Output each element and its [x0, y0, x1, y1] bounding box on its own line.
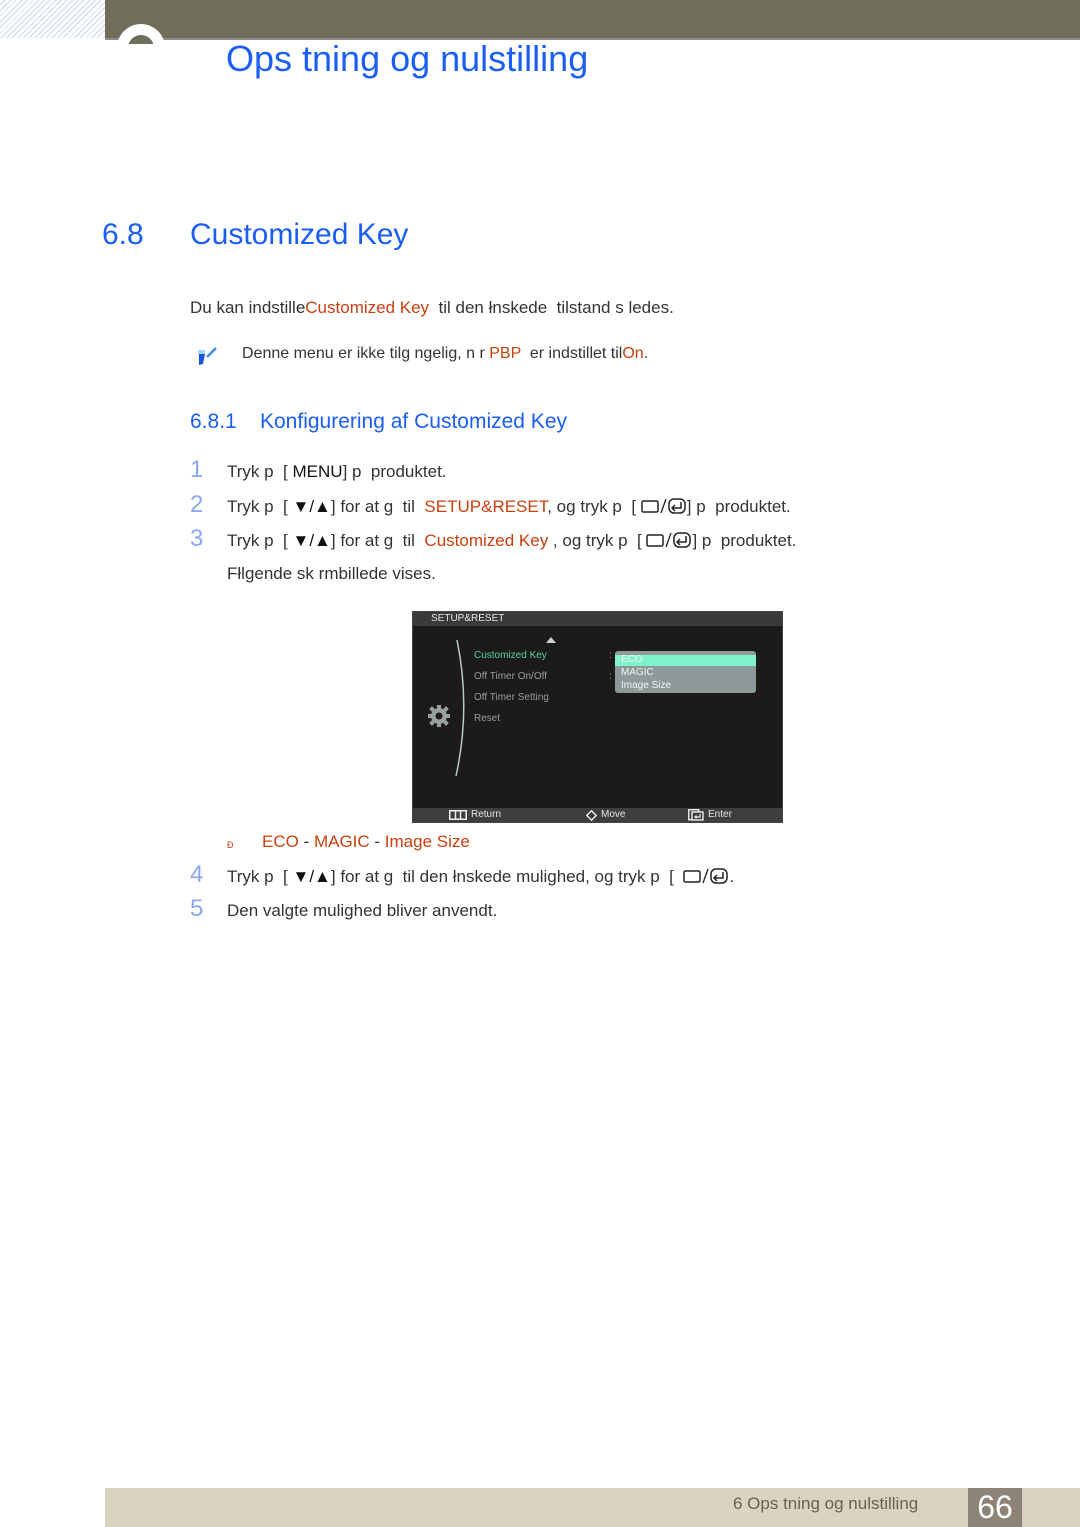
step-3-text: Tryk p [ ▼/▲] for at g til Customized Ke… [227, 531, 796, 551]
note-highlight-on: On [622, 345, 644, 362]
note-pencil-icon [198, 347, 217, 365]
osd-menu-item[interactable]: Off Timer Setting [474, 692, 549, 703]
osd-option[interactable]: MAGIC [621, 667, 654, 678]
note-text: Denne menu er ikke tilg ngelig, n r PBP … [242, 345, 648, 363]
menu-bars-icon [449, 810, 467, 820]
step-text-part: ] p produktet. [342, 462, 447, 481]
down-up-arrow-icon: ▼/▲ [292, 867, 331, 886]
header-band [105, 0, 1080, 40]
step-1-text: Tryk p [ MENU] p produktet. [227, 462, 447, 482]
osd-header: SETUP&RESET [413, 612, 782, 626]
step-text-part: ] for at g til den łnskede mulighed, og … [330, 867, 684, 886]
note-text-middle: er indstillet til [520, 345, 623, 362]
step-number: 4 [190, 861, 204, 888]
options-bullet: Ð [227, 840, 234, 850]
step-text-part: ] p produktet. [692, 531, 797, 550]
page-number: 66 [968, 1488, 1022, 1527]
enter-icon [688, 809, 704, 821]
intro-text: Du kan indstille [190, 298, 306, 317]
options-list: ECO - MAGIC - Image Size [262, 832, 470, 852]
source-enter-icon [646, 532, 692, 548]
option-separator: - [369, 832, 385, 851]
step-4-text: Tryk p [ ▼/▲] for at g til den łnskede m… [227, 867, 734, 887]
osd-enter-button[interactable]: Enter [688, 808, 732, 822]
note-text-end: . [643, 345, 649, 362]
chapter-title: Ops tning og nulstilling [226, 38, 589, 79]
osd-colon: : [609, 671, 612, 682]
step-text-part: ] p produktet. [686, 497, 791, 516]
step-number: 1 [190, 456, 204, 483]
option-separator: - [298, 832, 314, 851]
osd-footer: Return Move Enter [413, 808, 782, 822]
osd-colon: : [609, 650, 612, 661]
down-up-arrow-icon: ▼/▲ [292, 497, 331, 516]
osd-option[interactable]: Image Size [621, 680, 671, 691]
subsection-title: Konfigurering af Customized Key [260, 410, 567, 433]
option-item: Image Size [384, 832, 470, 851]
intro-paragraph: Du kan indstilleCustomized Key til den ł… [190, 298, 674, 318]
osd-enter-label: Enter [708, 809, 732, 820]
intro-highlight: Customized Key [305, 298, 430, 317]
osd-move-label: Move [601, 809, 626, 820]
step-2-text: Tryk p [ ▼/▲] for at g til SETUP&RESET, … [227, 497, 791, 517]
osd-menu-item[interactable]: Reset [474, 713, 500, 724]
osd-menu-item[interactable]: Off Timer On/Off [474, 671, 547, 682]
osd-menu-item[interactable]: Customized Key [474, 650, 547, 661]
move-diamond-icon [586, 809, 597, 821]
osd-gear-icon [428, 705, 450, 727]
osd-header-title: SETUP&RESET [431, 613, 505, 624]
step-highlight: SETUP&RESET [424, 497, 548, 516]
step-highlight: Customized Key [424, 531, 549, 550]
step-5-text: Den valgte mulighed bliver anvendt. [227, 901, 498, 920]
option-item: MAGIC [313, 832, 370, 851]
note-text-start: Denne menu er ikke tilg ngelig, n r [242, 345, 490, 362]
source-enter-icon [683, 868, 729, 884]
osd-return-label: Return [471, 809, 502, 820]
osd-option[interactable]: ECO [621, 654, 643, 665]
step-text-part: Tryk p [ [227, 867, 293, 886]
note-highlight-pbp: PBP [489, 345, 521, 362]
menu-key-label: MENU [292, 462, 343, 481]
footer-chapter-label: 6 Ops tning og nulstilling [733, 1494, 919, 1513]
step-text-part: ] for at g til [330, 497, 425, 516]
source-enter-icon [641, 498, 686, 514]
step-text-part: . [729, 867, 735, 886]
step-number: 5 [190, 895, 204, 922]
step-text-part: , og tryk p [ [548, 531, 647, 550]
footer-band [105, 1488, 1080, 1527]
osd-return-button[interactable]: Return [449, 808, 501, 822]
header-hatch-decoration [0, 0, 105, 38]
step-text-part: , og tryk p [ [547, 497, 641, 516]
step-text-part: ] for at g til [330, 531, 425, 550]
step-number: 2 [190, 491, 204, 518]
osd-move-button[interactable]: Move [586, 808, 625, 822]
chapter-circle-icon [117, 24, 165, 44]
option-item: ECO [262, 832, 299, 851]
step-number: 3 [190, 525, 204, 552]
step-text-part: Tryk p [ [227, 462, 293, 481]
osd-arc-decoration [455, 639, 465, 777]
section-number: 6.8 [102, 218, 144, 251]
osd-scroll-up-icon [546, 637, 556, 643]
subsection-number: 6.8.1 [190, 410, 237, 433]
step-3-followup: Fłlgende sk rmbillede vises. [227, 564, 436, 583]
section-title: Customized Key [190, 218, 409, 251]
step-text-part: Tryk p [ [227, 531, 293, 550]
osd-dropdown[interactable]: ECO MAGIC Image Size [615, 651, 756, 693]
step-text-part: Tryk p [ [227, 497, 293, 516]
intro-text-end: til den łnskede tilstand s ledes. [429, 298, 674, 317]
down-up-arrow-icon: ▼/▲ [292, 531, 331, 550]
osd-screenshot: SETUP&RESET Customized Key : Off Timer O… [412, 611, 783, 823]
